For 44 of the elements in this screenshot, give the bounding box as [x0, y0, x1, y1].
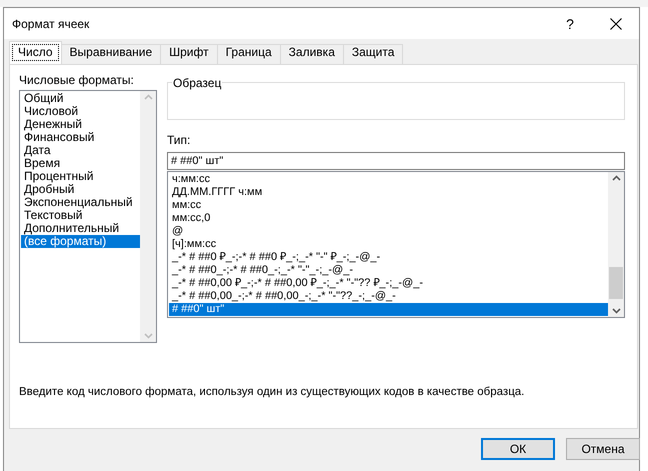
category-item[interactable]: Текстовый [21, 209, 140, 222]
format-code-item[interactable]: _-* # ##0,00 ₽_-;-* # ##0,00 ₽_-;_-* "-"?? ₽_-;_-@_- [169, 277, 608, 290]
format-code-item[interactable]: @ [169, 225, 608, 238]
category-item[interactable]: Дата [21, 144, 140, 157]
format-code-item[interactable]: [ч]:мм:сс [169, 238, 608, 251]
scrollbar-thumb[interactable] [609, 267, 623, 299]
group-label: Образец [172, 76, 222, 90]
window-title: Формат ячеек [12, 16, 90, 30]
category-item[interactable]: Дробный [21, 183, 140, 196]
scrollbar[interactable] [140, 91, 156, 342]
ok-button[interactable]: ОК [481, 438, 555, 460]
close-icon[interactable] [610, 18, 622, 30]
format-code-list[interactable] [167, 171, 625, 318]
help-button[interactable]: ? [547, 16, 593, 32]
type-input-field[interactable]: # ##0" шт" [167, 152, 625, 170]
chevron-down-icon [144, 333, 152, 339]
category-item[interactable]: Денежный [21, 118, 140, 131]
category-item[interactable]: Время [21, 157, 140, 170]
category-item[interactable]: Дополнительный [21, 222, 140, 235]
format-code-item[interactable]: _-* # ##0 ₽_-;-* # ##0 ₽_-;_-* "-" ₽_-;_-@_- [169, 251, 608, 264]
field-label: Тип: [167, 133, 192, 148]
category-item[interactable]: (все форматы) [21, 235, 140, 248]
category-item[interactable]: Финансовый [21, 131, 140, 144]
format-code-item[interactable]: мм:сс [169, 199, 608, 212]
cancel-button[interactable]: Отмена [566, 438, 640, 460]
chevron-up-icon [144, 94, 152, 100]
format-code-item[interactable]: ДД.ММ.ГГГГ ч:мм [169, 186, 608, 199]
category-item[interactable]: Общий [21, 92, 140, 105]
tab[interactable]: Число [9, 41, 62, 64]
format-code-item[interactable]: мм:сс,0 [169, 212, 608, 225]
format-code-item[interactable]: # ##0" шт" [169, 303, 608, 316]
list-label: Числовые форматы: [19, 73, 135, 88]
format-code-item[interactable]: ч:мм:сс [169, 173, 608, 186]
hint-text: Введите код числового формата, используя один из существующих кодов в качестве образца. [19, 386, 526, 398]
chevron-up-icon [612, 175, 620, 181]
category-list[interactable]: Общий Числовой Денежный Финансовый Дата Время Процентный Дробный Экспоненциальный Текстовый Дополнительный (все форматы) [19, 90, 157, 343]
chevron-down-icon [612, 308, 620, 314]
category-item[interactable]: Экспоненциальный [21, 196, 140, 209]
format-code-item[interactable]: _-* # ##0_-;-* # ##0_-;_-* "-"_-;_-@_- [169, 264, 608, 277]
category-item[interactable]: Числовой [21, 105, 140, 118]
format-code-item[interactable]: _-* # ##0,00_-;-* # ##0,00_-;_-* "-"??_-;_-@_- [169, 290, 608, 303]
tab[interactable]: Защита [342, 44, 404, 64]
category-item[interactable]: Процентный [21, 170, 140, 183]
scrollbar[interactable] [608, 172, 624, 317]
